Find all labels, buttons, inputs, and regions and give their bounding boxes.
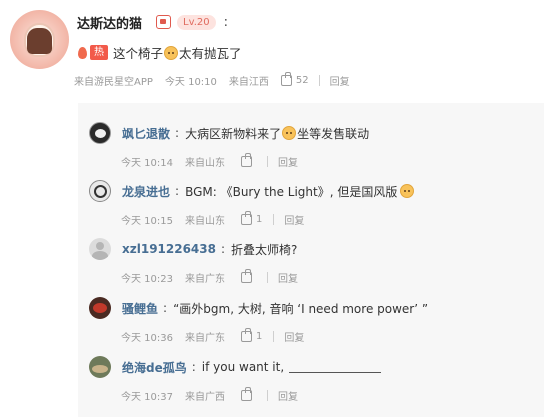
- reply-text: 折叠太师椅?: [231, 242, 298, 257]
- thumbs-up-icon[interactable]: [241, 386, 252, 401]
- reply-colon: :: [175, 184, 180, 198]
- divider: [267, 389, 268, 401]
- avatar-detail: [94, 185, 107, 198]
- reply-location: 来自广东: [185, 332, 225, 344]
- emoji-icon: [164, 45, 179, 60]
- reply-location: 来自山东: [185, 157, 225, 169]
- reply-button[interactable]: 回复: [278, 154, 298, 169]
- reply-text: “画外bgm, 大树, 音响 ‘I need more power’ ”: [173, 301, 429, 316]
- level-badge: Lv.20: [177, 14, 216, 30]
- author-colon: :: [223, 14, 229, 30]
- reply-time: 今天 10:37: [121, 391, 173, 403]
- divider: [318, 74, 320, 86]
- reply-colon: :: [163, 301, 168, 315]
- reply-location: 来自广西: [185, 391, 225, 403]
- reply-avatar[interactable]: [89, 180, 111, 202]
- reply-colon: :: [191, 360, 196, 374]
- reply-avatar[interactable]: [89, 356, 111, 378]
- reply-avatar[interactable]: [89, 238, 111, 260]
- reply-avatar[interactable]: [89, 122, 111, 144]
- comment-time: 今天 10:10: [164, 76, 217, 88]
- reply-button[interactable]: 回复: [284, 212, 304, 227]
- emoji-icon: [400, 184, 415, 198]
- reply-location: 来自山东: [185, 215, 225, 227]
- reply-author[interactable]: 飒匕退散: [122, 125, 170, 142]
- comment-text: 这个椅子 太有抛瓦了: [113, 43, 242, 62]
- avatar-detail: [93, 303, 107, 313]
- avatar-head: [96, 242, 104, 250]
- comment-source: 来自游民星空APP: [74, 76, 153, 88]
- reply-text-before: 大病区新物料来了: [185, 126, 282, 141]
- divider: [273, 330, 275, 342]
- reply-text: BGM: 《Bury the Light》, 但是国风版: [185, 184, 398, 199]
- divider: [273, 213, 275, 225]
- reply-text-after: 坐等发售联动: [297, 126, 370, 141]
- reply-time: 今天 10:14: [121, 157, 173, 169]
- reply-meta: 今天 10:14 来自山东 回复: [121, 152, 298, 169]
- like-count: 1: [256, 330, 263, 342]
- reply-meta: 今天 10:37 来自广西 回复: [121, 386, 298, 403]
- reply-meta: 今天 10:36 来自广东 1 回复: [121, 327, 304, 344]
- comment-meta: 来自游民星空APP 今天 10:10 来自江西 52 回复: [74, 71, 350, 88]
- thumbs-up-icon[interactable]: [241, 152, 252, 167]
- reply-meta: 今天 10:23 来自广东 回复: [121, 268, 298, 285]
- reply-time: 今天 10:36: [121, 332, 173, 344]
- reply-button[interactable]: 回复: [278, 270, 298, 285]
- thumbs-up-icon[interactable]: [280, 71, 292, 86]
- reply-avatar[interactable]: [89, 297, 111, 319]
- reply-text: 大病区新物料来了 坐等发售联动: [185, 125, 369, 142]
- reply-text: if you want it,: [201, 360, 285, 374]
- reply-time: 今天 10:23: [121, 273, 173, 285]
- thumbs-up-icon[interactable]: [241, 268, 252, 283]
- comment-location: 来自江西: [228, 76, 269, 88]
- reply-button[interactable]: 回复: [278, 388, 298, 403]
- reply-author[interactable]: 绝海de孤鸟: [122, 359, 187, 376]
- thumbs-up-icon[interactable]: [241, 327, 252, 342]
- emoji-icon: [282, 125, 297, 140]
- reply-line: xzl191226438 : 折叠太师椅?: [122, 240, 297, 258]
- reply-author[interactable]: 骚鲤鱼: [122, 300, 158, 317]
- avatar-body: [92, 251, 108, 260]
- avatar-detail: [95, 129, 106, 138]
- reply-meta: 今天 10:15 来自山东 1 回复: [121, 210, 304, 227]
- reply-button[interactable]: 回复: [330, 73, 350, 88]
- divider: [267, 271, 268, 283]
- reply-button[interactable]: 回复: [284, 329, 304, 344]
- reply-colon: :: [220, 242, 226, 256]
- author-name[interactable]: 达斯达的猫: [77, 13, 142, 32]
- reply-author[interactable]: xzl191226438: [122, 242, 216, 256]
- reply-line: 绝海de孤鸟 : if you want it,: [122, 358, 382, 376]
- comment-text-before: 这个椅子: [113, 45, 164, 61]
- divider: [267, 155, 268, 167]
- badge-icon: [156, 15, 172, 29]
- author-row: 达斯达的猫 Lv.20 :: [77, 12, 228, 32]
- reply-location: 来自广东: [185, 273, 225, 285]
- comment-text-after: 太有抛瓦了: [179, 45, 242, 61]
- reply-line: 骚鲤鱼 : “画外bgm, 大树, 音响 ‘I need more power’…: [122, 299, 428, 317]
- thumbs-up-icon[interactable]: [241, 210, 252, 225]
- fire-icon: [77, 45, 88, 60]
- blank-line: [289, 361, 382, 373]
- reply-line: 飒匕退散 : 大病区新物料来了 坐等发售联动: [122, 124, 369, 142]
- avatar-detail: [92, 365, 108, 373]
- avatar-hair: [27, 28, 52, 54]
- author-avatar[interactable]: [10, 10, 69, 69]
- reply-line: 龙泉进也 : BGM: 《Bury the Light》, 但是国风版: [122, 182, 415, 200]
- comment-content: 热 这个椅子 太有抛瓦了: [77, 42, 242, 62]
- like-count: 1: [256, 213, 263, 225]
- like-count: 52: [295, 74, 309, 86]
- reply-time: 今天 10:15: [121, 215, 173, 227]
- replies-section: 飒匕退散 : 大病区新物料来了 坐等发售联动 今天 10:14 来自山东 回复 龙…: [78, 103, 544, 417]
- hot-tag: 热: [90, 44, 108, 60]
- reply-colon: :: [175, 126, 180, 140]
- reply-author[interactable]: 龙泉进也: [122, 183, 170, 200]
